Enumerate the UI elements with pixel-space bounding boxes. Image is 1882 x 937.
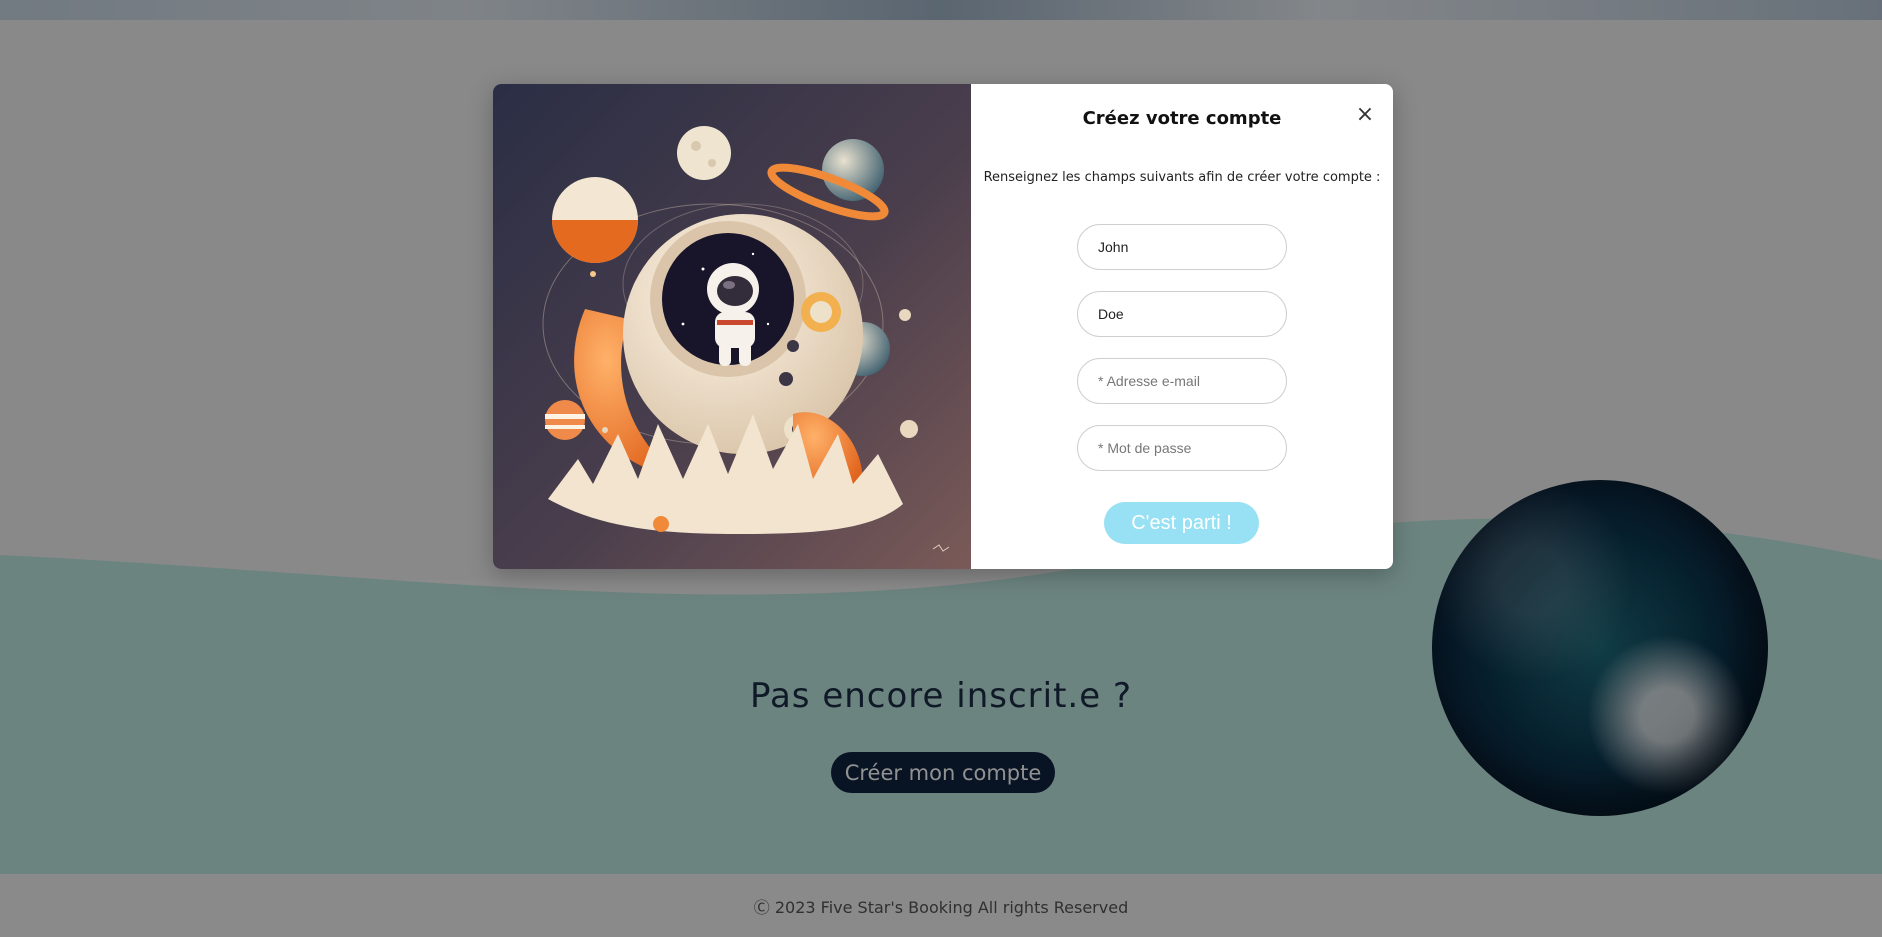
close-icon: × xyxy=(1355,101,1375,127)
password-field[interactable] xyxy=(1077,425,1287,471)
astronaut-scene-graphic xyxy=(493,84,971,569)
close-button[interactable]: × xyxy=(1353,101,1377,127)
signup-form-panel: Créez votre compte × Renseignez les cham… xyxy=(971,84,1393,569)
last-name-field[interactable] xyxy=(1077,291,1287,337)
first-name-field[interactable] xyxy=(1077,224,1287,270)
email-field[interactable] xyxy=(1077,358,1287,404)
modal-description: Renseignez les champs suivants afin de c… xyxy=(983,170,1381,185)
submit-button[interactable]: C'est parti ! xyxy=(1104,502,1259,544)
signup-modal: Créez votre compte × Renseignez les cham… xyxy=(493,84,1393,569)
modal-title: Créez votre compte xyxy=(1082,108,1282,129)
astronaut-illustration xyxy=(493,84,971,569)
